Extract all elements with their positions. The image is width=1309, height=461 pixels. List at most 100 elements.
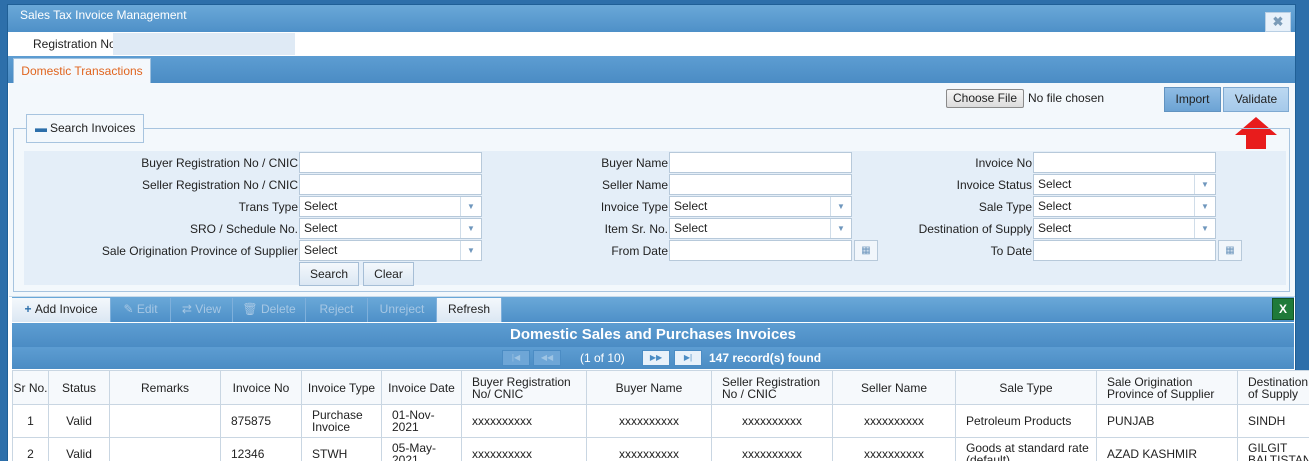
prev-page-icon[interactable]: ◀◀ (533, 350, 561, 366)
reject-button[interactable]: Reject (306, 298, 368, 322)
cell-destination: SINDH (1237, 404, 1309, 438)
delete-button[interactable]: 🗑 Delete (233, 298, 306, 322)
item-sr-select[interactable]: Select ▼ (669, 218, 852, 239)
collapse-icon: ▬ (35, 121, 47, 135)
invoice-status-label: Invoice Status (956, 178, 1032, 192)
item-sr-value: Select (674, 221, 708, 235)
destination-value: Select (1038, 221, 1072, 235)
sale-type-label: Sale Type (978, 200, 1032, 214)
last-page-icon[interactable]: ▶| (674, 350, 702, 366)
search-button[interactable]: Search (299, 262, 359, 286)
sale-origination-value: Select (304, 243, 338, 257)
cell-sale-origination: PUNJAB (1096, 404, 1238, 438)
cell-status: Valid (48, 437, 110, 461)
add-invoice-label: Add Invoice (34, 302, 98, 316)
grid-title: Domestic Sales and Purchases Invoices (12, 323, 1294, 347)
buyer-name-label: Buyer Name (601, 156, 668, 170)
destination-select[interactable]: Select ▼ (1033, 218, 1216, 239)
col-invoice-no[interactable]: Invoice No (220, 370, 302, 405)
invoice-type-value: Select (674, 199, 708, 213)
excel-export-icon[interactable]: X (1272, 298, 1294, 320)
trash-icon: 🗑 (242, 302, 261, 316)
buyer-name-input[interactable] (669, 152, 852, 173)
seller-name-input[interactable] (669, 174, 852, 195)
domestic-panel: Choose File No file chosen Import Valida… (9, 83, 1295, 297)
invoice-status-value: Select (1038, 177, 1072, 191)
sale-type-select[interactable]: Select ▼ (1033, 196, 1216, 217)
col-buyer-name[interactable]: Buyer Name (586, 370, 712, 405)
cell-seller-name: xxxxxxxxxx (832, 437, 956, 461)
next-page-icon[interactable]: ▶▶ (642, 350, 670, 366)
tab-domestic-transactions[interactable]: Domestic Transactions (13, 58, 151, 84)
first-page-icon[interactable]: |◀ (502, 350, 530, 366)
clear-button[interactable]: Clear (363, 262, 414, 286)
chevron-down-icon: ▼ (1194, 219, 1215, 238)
from-date-input[interactable] (669, 240, 852, 261)
cell-invoice-date: 05-May-2021 (381, 437, 462, 461)
registration-value (113, 33, 295, 55)
col-sale-type[interactable]: Sale Type (955, 370, 1097, 405)
validate-button[interactable]: Validate (1223, 87, 1289, 112)
cell-seller-reg: xxxxxxxxxx (711, 437, 833, 461)
sro-select[interactable]: Select ▼ (299, 218, 482, 239)
view-button[interactable]: ⇄ View (171, 298, 233, 322)
to-date-input[interactable] (1033, 240, 1216, 261)
cell-sale-type: Petroleum Products (955, 404, 1097, 438)
refresh-button[interactable]: Refresh (437, 298, 502, 322)
edit-button[interactable]: ✎ Edit (111, 298, 171, 322)
cell-sale-origination: AZAD KASHMIR (1096, 437, 1238, 461)
invoice-type-select[interactable]: Select ▼ (669, 196, 852, 217)
chevron-down-icon: ▼ (460, 197, 481, 216)
chevron-down-icon: ▼ (1194, 175, 1215, 194)
delete-label: Delete (260, 302, 296, 316)
seller-reg-label: Seller Registration No / CNIC (141, 178, 298, 192)
cell-invoice-type: Purchase Invoice (301, 404, 382, 438)
plus-icon: + (24, 302, 35, 316)
cell-seller-name: xxxxxxxxxx (832, 404, 956, 438)
col-seller-reg[interactable]: Seller Registration No / CNIC (711, 370, 833, 405)
invoice-status-select[interactable]: Select ▼ (1033, 174, 1216, 195)
cell-buyer-reg: xxxxxxxxxx (461, 404, 587, 438)
col-seller-name[interactable]: Seller Name (832, 370, 956, 405)
invoice-type-label: Invoice Type (600, 200, 668, 214)
col-sale-origination[interactable]: Sale Origination Province of Supplier (1096, 370, 1238, 405)
seller-reg-input[interactable] (299, 174, 482, 195)
chevron-down-icon: ▼ (460, 219, 481, 238)
seller-name-label: Seller Name (601, 178, 668, 192)
col-status[interactable]: Status (48, 370, 110, 405)
search-invoices-legend: Search Invoices (50, 121, 136, 135)
col-destination[interactable]: Destination of Supply (1237, 370, 1309, 405)
trans-type-select[interactable]: Select ▼ (299, 196, 482, 217)
cell-sr: 1 (12, 404, 49, 438)
table-row[interactable]: 1 Valid 875875 Purchase Invoice 01-Nov-2… (12, 404, 1309, 438)
chevron-down-icon: ▼ (830, 197, 851, 216)
buyer-reg-input[interactable] (299, 152, 482, 173)
table-row[interactable]: 2 Valid 12346 STWH 05-May-2021 xxxxxxxxx… (12, 437, 1309, 461)
cell-invoice-type: STWH (301, 437, 382, 461)
search-invoices-toggle[interactable]: ▬ Search Invoices (26, 114, 145, 143)
sro-value: Select (304, 221, 338, 235)
col-invoice-date[interactable]: Invoice Date (381, 370, 462, 405)
cell-buyer-name: xxxxxxxxxx (586, 404, 712, 438)
invoice-window: Sales Tax Invoice Management ✖ Registrat… (7, 4, 1309, 461)
destination-label: Destination of Supply (918, 222, 1032, 236)
calendar-icon[interactable]: ▦ (1218, 240, 1242, 261)
import-button[interactable]: Import (1164, 87, 1221, 112)
col-buyer-reg[interactable]: Buyer Registration No/ CNIC (461, 370, 587, 405)
col-remarks[interactable]: Remarks (109, 370, 221, 405)
invoice-no-input[interactable] (1033, 152, 1216, 173)
chevron-down-icon: ▼ (460, 241, 481, 260)
col-sr[interactable]: Sr No. (12, 370, 49, 405)
cell-remarks (109, 437, 221, 461)
window-title: Sales Tax Invoice Management (20, 8, 187, 22)
sale-origination-select[interactable]: Select ▼ (299, 240, 482, 261)
unreject-button[interactable]: Unreject (368, 298, 437, 322)
col-invoice-type[interactable]: Invoice Type (301, 370, 382, 405)
choose-file-button[interactable]: Choose File (946, 89, 1024, 108)
add-invoice-button[interactable]: + Add Invoice (12, 298, 111, 322)
chevron-down-icon: ▼ (1194, 197, 1215, 216)
sro-label: SRO / Schedule No. (189, 222, 298, 236)
page-info: (1 of 10) (580, 351, 625, 365)
close-icon[interactable]: ✖ (1265, 12, 1291, 32)
file-status: No file chosen (1028, 91, 1105, 105)
